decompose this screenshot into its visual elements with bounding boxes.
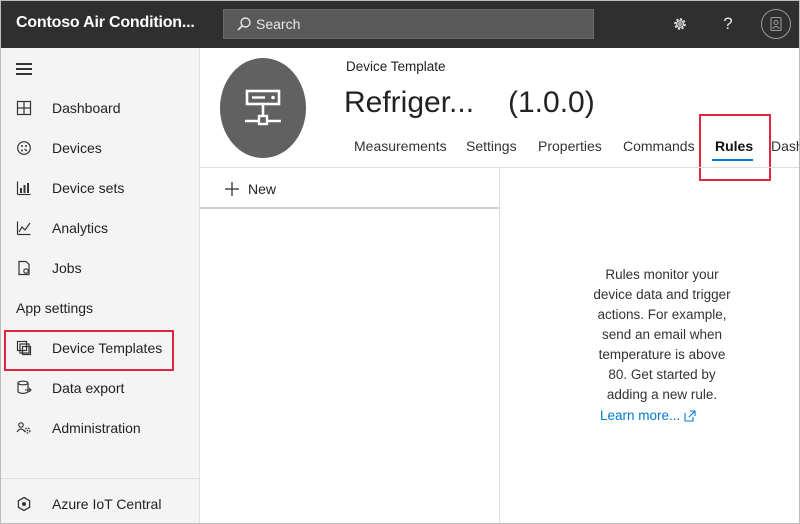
device-sets-icon: [15, 179, 33, 197]
sidebar-item-dashboard[interactable]: Dashboard: [0, 91, 200, 125]
app-title[interactable]: Contoso Air Condition...: [16, 14, 195, 32]
azure-iot-central-icon: [15, 495, 33, 513]
help-button[interactable]: ?: [717, 13, 739, 35]
sidebar-item-label: Administration: [52, 420, 141, 436]
sidebar-item-analytics[interactable]: Analytics: [0, 211, 200, 245]
empty-state-line: send an email when: [601, 327, 723, 342]
rules-tab-highlight: [699, 114, 771, 181]
tab-measurements[interactable]: Measurements: [354, 138, 447, 154]
sidebar-item-label: Jobs: [52, 260, 82, 276]
sidebar-item-label: Data export: [52, 380, 125, 396]
rules-list-pane: [200, 168, 500, 524]
empty-state-line: adding a new rule.: [606, 387, 718, 402]
administration-icon: [15, 419, 33, 437]
top-bar: Contoso Air Condition... Search ?: [0, 0, 800, 48]
sidebar-item-label: Azure IoT Central: [52, 496, 162, 512]
sidebar-item-label: Device sets: [52, 180, 125, 196]
learn-more-label: Learn more...: [600, 408, 681, 423]
search-input[interactable]: Search: [256, 16, 300, 32]
plus-icon: [225, 182, 239, 196]
hamburger-menu-icon[interactable]: [16, 63, 32, 75]
sidebar-item-label: Dashboard: [52, 100, 121, 116]
sidebar-item-label: Devices: [52, 140, 102, 156]
learn-more-link[interactable]: Learn more...: [600, 408, 696, 423]
empty-state-line: Rules monitor your: [605, 267, 719, 282]
empty-state-line: 80. Get started by: [608, 367, 716, 382]
device-template-version: (1.0.0): [508, 86, 595, 119]
list-header-divider: [200, 207, 499, 209]
sidebar-item-jobs[interactable]: Jobs: [0, 251, 200, 285]
data-export-icon: [15, 379, 33, 397]
dashboard-icon: [15, 99, 33, 117]
tab-properties[interactable]: Properties: [538, 138, 602, 154]
sidebar-footer-divider: [0, 478, 199, 479]
search-box[interactable]: Search: [223, 9, 594, 39]
tab-settings[interactable]: Settings: [466, 138, 517, 154]
account-avatar[interactable]: [761, 9, 791, 39]
sidebar-item-administration[interactable]: Administration: [0, 411, 200, 445]
gear-icon: [674, 18, 686, 30]
empty-state-line: device data and trigger: [593, 287, 731, 302]
avatar-icon: [770, 16, 782, 32]
tab-commands[interactable]: Commands: [623, 138, 695, 154]
device-template-name[interactable]: Refriger...: [344, 86, 474, 120]
settings-button[interactable]: [669, 13, 691, 35]
new-rule-label: New: [248, 181, 277, 197]
sidebar-item-data-export[interactable]: Data export: [0, 371, 200, 405]
devices-icon: [15, 139, 33, 157]
device-template-image: [220, 58, 306, 158]
help-icon: ?: [723, 14, 733, 33]
analytics-icon: [15, 219, 33, 237]
app-settings-heading: App settings: [16, 300, 94, 316]
tab-dashboard[interactable]: Dash: [771, 138, 800, 154]
sidebar-item-azure-iot-central[interactable]: Azure IoT Central: [0, 487, 200, 521]
sidebar: Dashboard Devices Device sets Analytics …: [0, 48, 200, 524]
sidebar-item-devices[interactable]: Devices: [0, 131, 200, 165]
empty-state-line: actions. For example,: [597, 307, 727, 322]
sidebar-item-label: Analytics: [52, 220, 109, 236]
search-icon: [237, 17, 251, 31]
network-device-icon: [245, 89, 281, 126]
device-template-label: Device Template: [346, 59, 446, 74]
empty-state-line: temperature is above: [598, 347, 726, 362]
external-link-icon: [684, 409, 696, 422]
sidebar-item-device-sets[interactable]: Device sets: [0, 171, 200, 205]
new-rule-button[interactable]: New: [224, 180, 276, 198]
device-templates-highlight: [4, 330, 174, 371]
jobs-icon: [15, 259, 33, 277]
empty-state-message: Rules monitor your device data and trigg…: [560, 265, 764, 405]
